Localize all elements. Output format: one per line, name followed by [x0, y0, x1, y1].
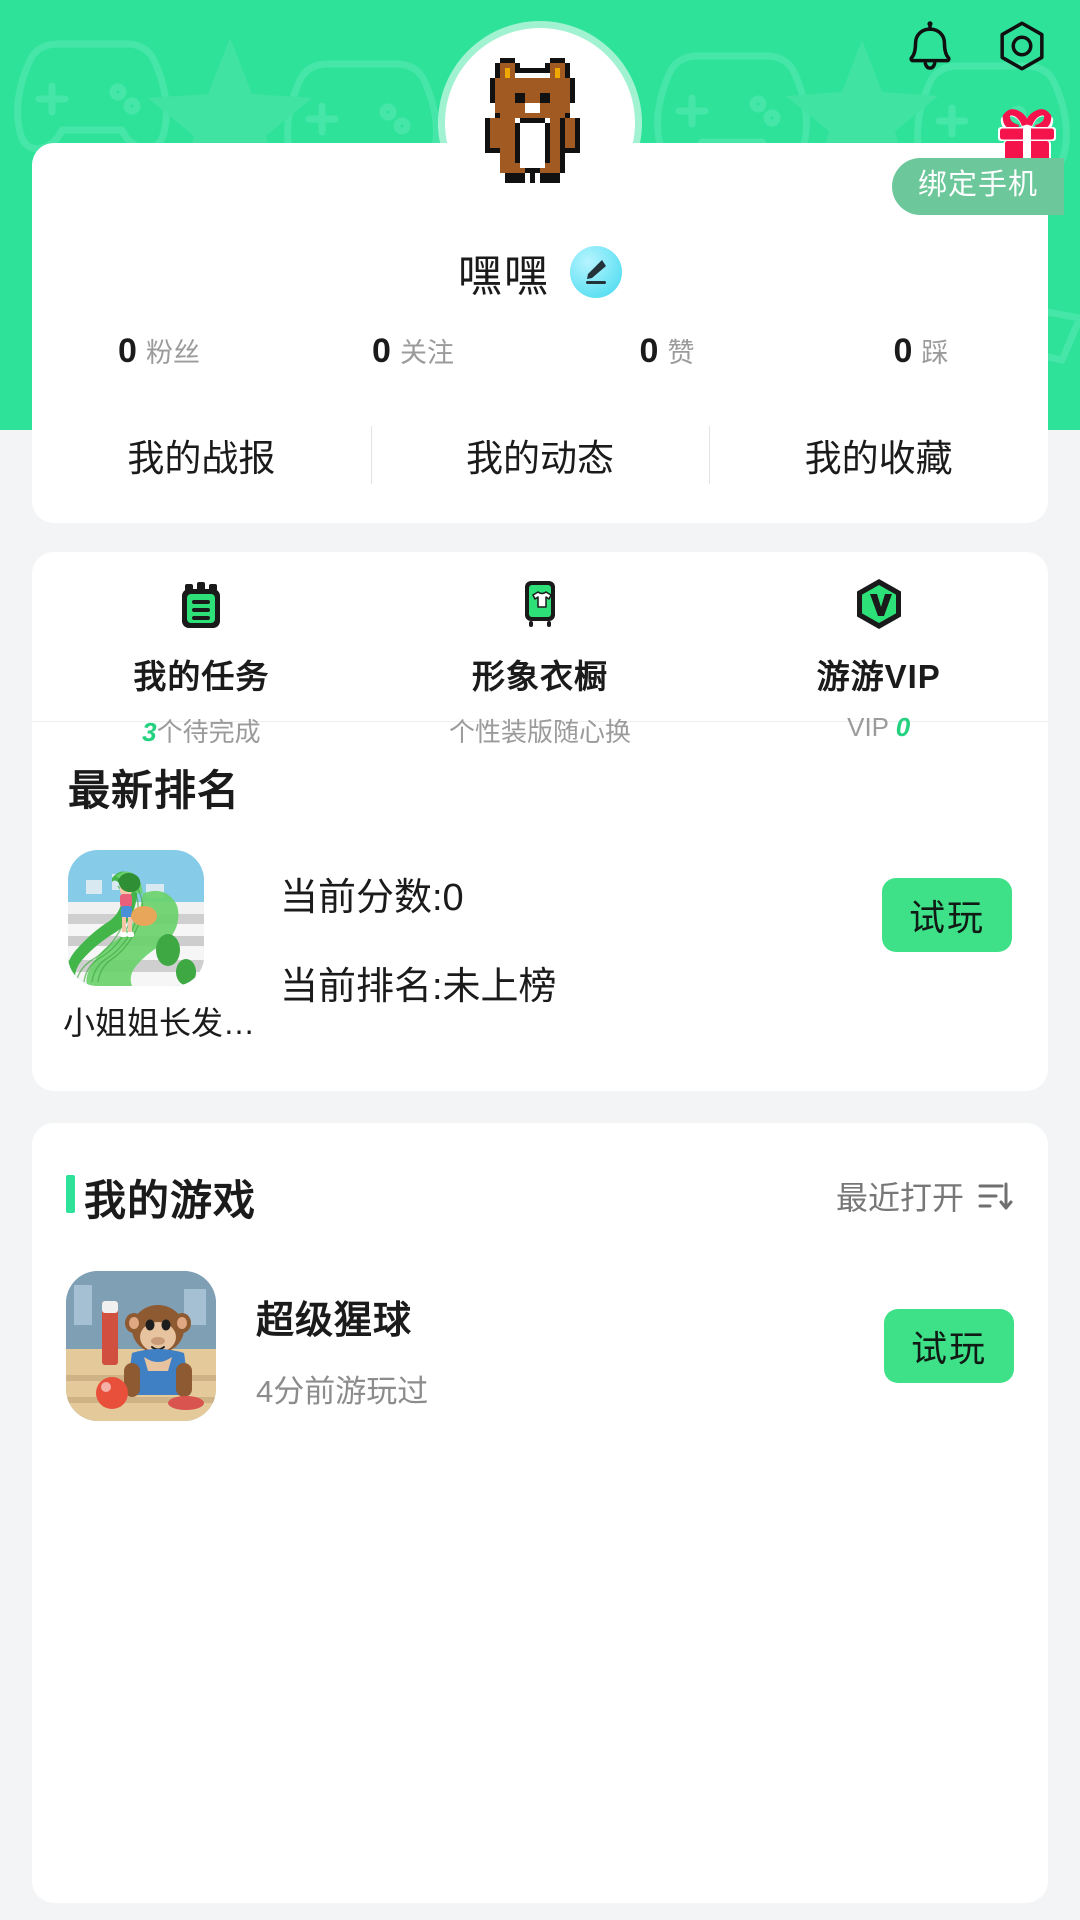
stat-value: 0 [118, 332, 137, 370]
wardrobe-subtitle: 个性装版随心换 [449, 717, 631, 747]
tab-my-feed[interactable]: 我的动态 [371, 428, 710, 482]
task-count: 3 [142, 717, 156, 747]
feature-wardrobe[interactable]: 形象衣橱 个性装版随心换 [371, 574, 710, 721]
ranking-row: 小姐姐长发… 当前分数:0 当前排名:未上榜 试玩 [68, 850, 1012, 1050]
stat-label: 赞 [667, 338, 694, 368]
game-thumbnail[interactable] [66, 1271, 216, 1421]
features-ranking-card: 我的任务 3个待完成 形象衣橱 个性装版随心换 [32, 552, 1048, 1091]
stat-value: 0 [640, 332, 659, 370]
feature-my-tasks[interactable]: 我的任务 3个待完成 [32, 574, 371, 721]
pencil-icon[interactable] [570, 246, 622, 298]
stat-likes[interactable]: 0赞 [540, 331, 794, 371]
my-games-title: 我的游戏 [66, 1167, 256, 1228]
stat-fans[interactable]: 0 粉丝 [32, 331, 286, 371]
stat-value: 0 [894, 332, 913, 370]
username: 嘿嘿 [458, 240, 550, 304]
sort-control[interactable]: 最近打开 [836, 1173, 1014, 1219]
bell-icon[interactable] [902, 18, 958, 74]
stat-label: 粉丝 [146, 338, 200, 368]
feature-subtitle: 3个待完成 [32, 712, 371, 749]
feature-vip[interactable]: 游游VIP VIP 0 [709, 574, 1048, 721]
feature-title: 形象衣橱 [371, 650, 710, 698]
game-play-button[interactable]: 试玩 [884, 1309, 1014, 1383]
game-name: 超级猩球 [256, 1289, 428, 1344]
vip-hexagon-icon [709, 574, 1048, 634]
ranking-position: 当前排名:未上榜 [280, 955, 557, 1010]
stat-label: 踩 [921, 338, 948, 368]
vip-level: 0 [896, 712, 910, 742]
stat-dislikes[interactable]: 0踩 [794, 331, 1048, 371]
my-games-header: 我的游戏 最近打开 [66, 1167, 1014, 1223]
game-info: 超级猩球 4分前游玩过 [256, 1289, 428, 1411]
tab-my-favorites[interactable]: 我的收藏 [709, 428, 1048, 482]
wardrobe-icon [371, 574, 710, 634]
feature-title: 我的任务 [32, 650, 371, 698]
clipboard-task-icon [32, 574, 371, 634]
stats-row: 0粉丝 0关注 0赞 0踩 [32, 331, 1048, 371]
profile-tabs: 我的战报 我的动态 我的收藏 [32, 428, 1048, 482]
feature-title: 游游VIP [709, 650, 1048, 698]
ranking-section-title: 最新排名 [68, 757, 240, 818]
username-row: 嘿嘿 [32, 240, 1048, 304]
gear-icon[interactable] [994, 18, 1050, 74]
sort-descending-icon[interactable] [976, 1177, 1014, 1215]
ranking-game-name: 小姐姐长发… [63, 998, 278, 1044]
ranking-score: 当前分数:0 [280, 866, 557, 921]
ranking-play-button[interactable]: 试玩 [882, 878, 1012, 952]
task-suffix: 个待完成 [157, 717, 261, 747]
ranking-game-thumbnail[interactable] [68, 850, 204, 986]
stat-following[interactable]: 0 关注 [286, 331, 540, 371]
feature-subtitle: 个性装版随心换 [371, 712, 710, 749]
profile-page: 绑定手机 [0, 0, 1080, 1920]
header-action-icons [902, 18, 1050, 74]
sort-label: 最近打开 [836, 1173, 964, 1219]
bind-phone-button[interactable]: 绑定手机 [892, 158, 1064, 215]
list-item: 超级猩球 4分前游玩过 试玩 [66, 1271, 1014, 1421]
my-games-card: 我的游戏 最近打开 [32, 1123, 1048, 1903]
ranking-details: 当前分数:0 当前排名:未上榜 [280, 866, 557, 1010]
stat-value: 0 [372, 332, 391, 370]
stat-label: 关注 [400, 338, 454, 368]
tab-my-battle-report[interactable]: 我的战报 [32, 428, 371, 482]
feature-shortcuts: 我的任务 3个待完成 形象衣橱 个性装版随心换 [32, 552, 1048, 722]
avatar[interactable] [445, 28, 635, 218]
game-last-played: 4分前游玩过 [256, 1366, 428, 1411]
vip-prefix: VIP [847, 712, 896, 742]
feature-subtitle: VIP 0 [709, 712, 1048, 743]
